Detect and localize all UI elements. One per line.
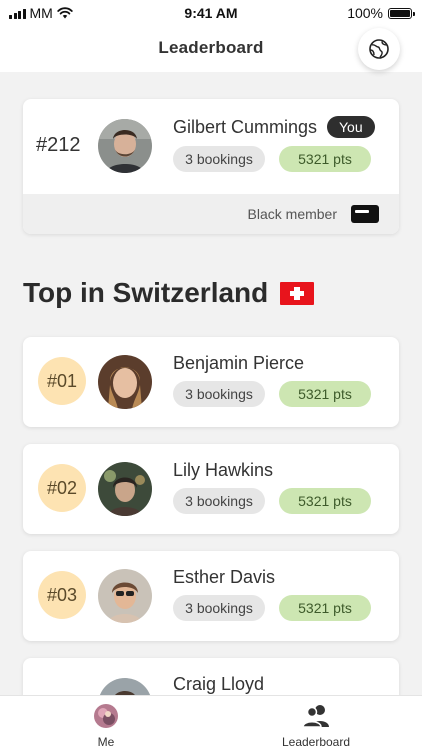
people-icon	[302, 704, 330, 733]
swiss-flag-icon	[280, 281, 315, 305]
membership-bar: Black member	[23, 194, 399, 234]
membership-label: Black member	[247, 206, 337, 222]
avatar	[98, 355, 152, 409]
tab-label: Leaderboard	[281, 735, 351, 749]
bookings-pill: 3 bookings	[173, 595, 265, 621]
points-pill: 5321 pts	[279, 488, 371, 514]
bookings-pill: 3 bookings	[173, 381, 265, 407]
bookings-pill: 3 bookings	[173, 488, 265, 514]
card-icon	[351, 205, 379, 223]
globe-icon	[369, 39, 389, 59]
points-pill: 5321 pts	[279, 381, 371, 407]
status-right: 100%	[347, 5, 415, 21]
leader-card[interactable]: #03 Esther Davis 3 bookings 5321 pts	[23, 551, 399, 641]
nav-bar: Leaderboard	[0, 26, 422, 72]
avatar	[98, 569, 152, 623]
tab-me[interactable]: Me	[46, 696, 166, 750]
rank-badge: #02	[38, 464, 86, 512]
tab-label: Me	[97, 735, 115, 749]
section-title: Top in Switzerland	[23, 277, 315, 309]
you-badge: You	[327, 116, 375, 138]
leader-name: Craig Lloyd	[173, 674, 265, 694]
tab-bar: Me Leaderboard	[0, 695, 422, 750]
leader-name: Benjamin Pierce	[173, 353, 305, 373]
avatar	[98, 462, 152, 516]
globe-button[interactable]	[358, 28, 400, 70]
points-pill: 5321 pts	[279, 595, 371, 621]
leader-name: Esther Davis	[173, 567, 276, 587]
points-pill: 5321 pts	[279, 146, 371, 172]
rank-badge: #03	[38, 571, 86, 619]
avatar-icon	[94, 704, 118, 733]
leader-card[interactable]: #02 Lily Hawkins 3 bookings 5321 pts	[23, 444, 399, 534]
tab-leaderboard[interactable]: Leaderboard	[256, 696, 376, 750]
my-rank-card[interactable]: #212 Gilbert Cummings You 3 bookings 532…	[23, 99, 399, 234]
section-title-text: Top in Switzerland	[23, 277, 269, 308]
battery-icon	[388, 7, 415, 19]
battery-percent: 100%	[347, 5, 383, 21]
avatar	[98, 119, 152, 173]
my-rank: #212	[36, 134, 81, 156]
leader-name: Lily Hawkins	[173, 460, 274, 480]
bookings-pill: 3 bookings	[173, 146, 265, 172]
my-name: Gilbert Cummings	[173, 117, 318, 137]
rank-badge: #01	[38, 357, 86, 405]
leader-card[interactable]: #01 Benjamin Pierce 3 bookings 5321 pts	[23, 337, 399, 427]
status-bar: MM 9:41 AM 100%	[0, 0, 422, 26]
